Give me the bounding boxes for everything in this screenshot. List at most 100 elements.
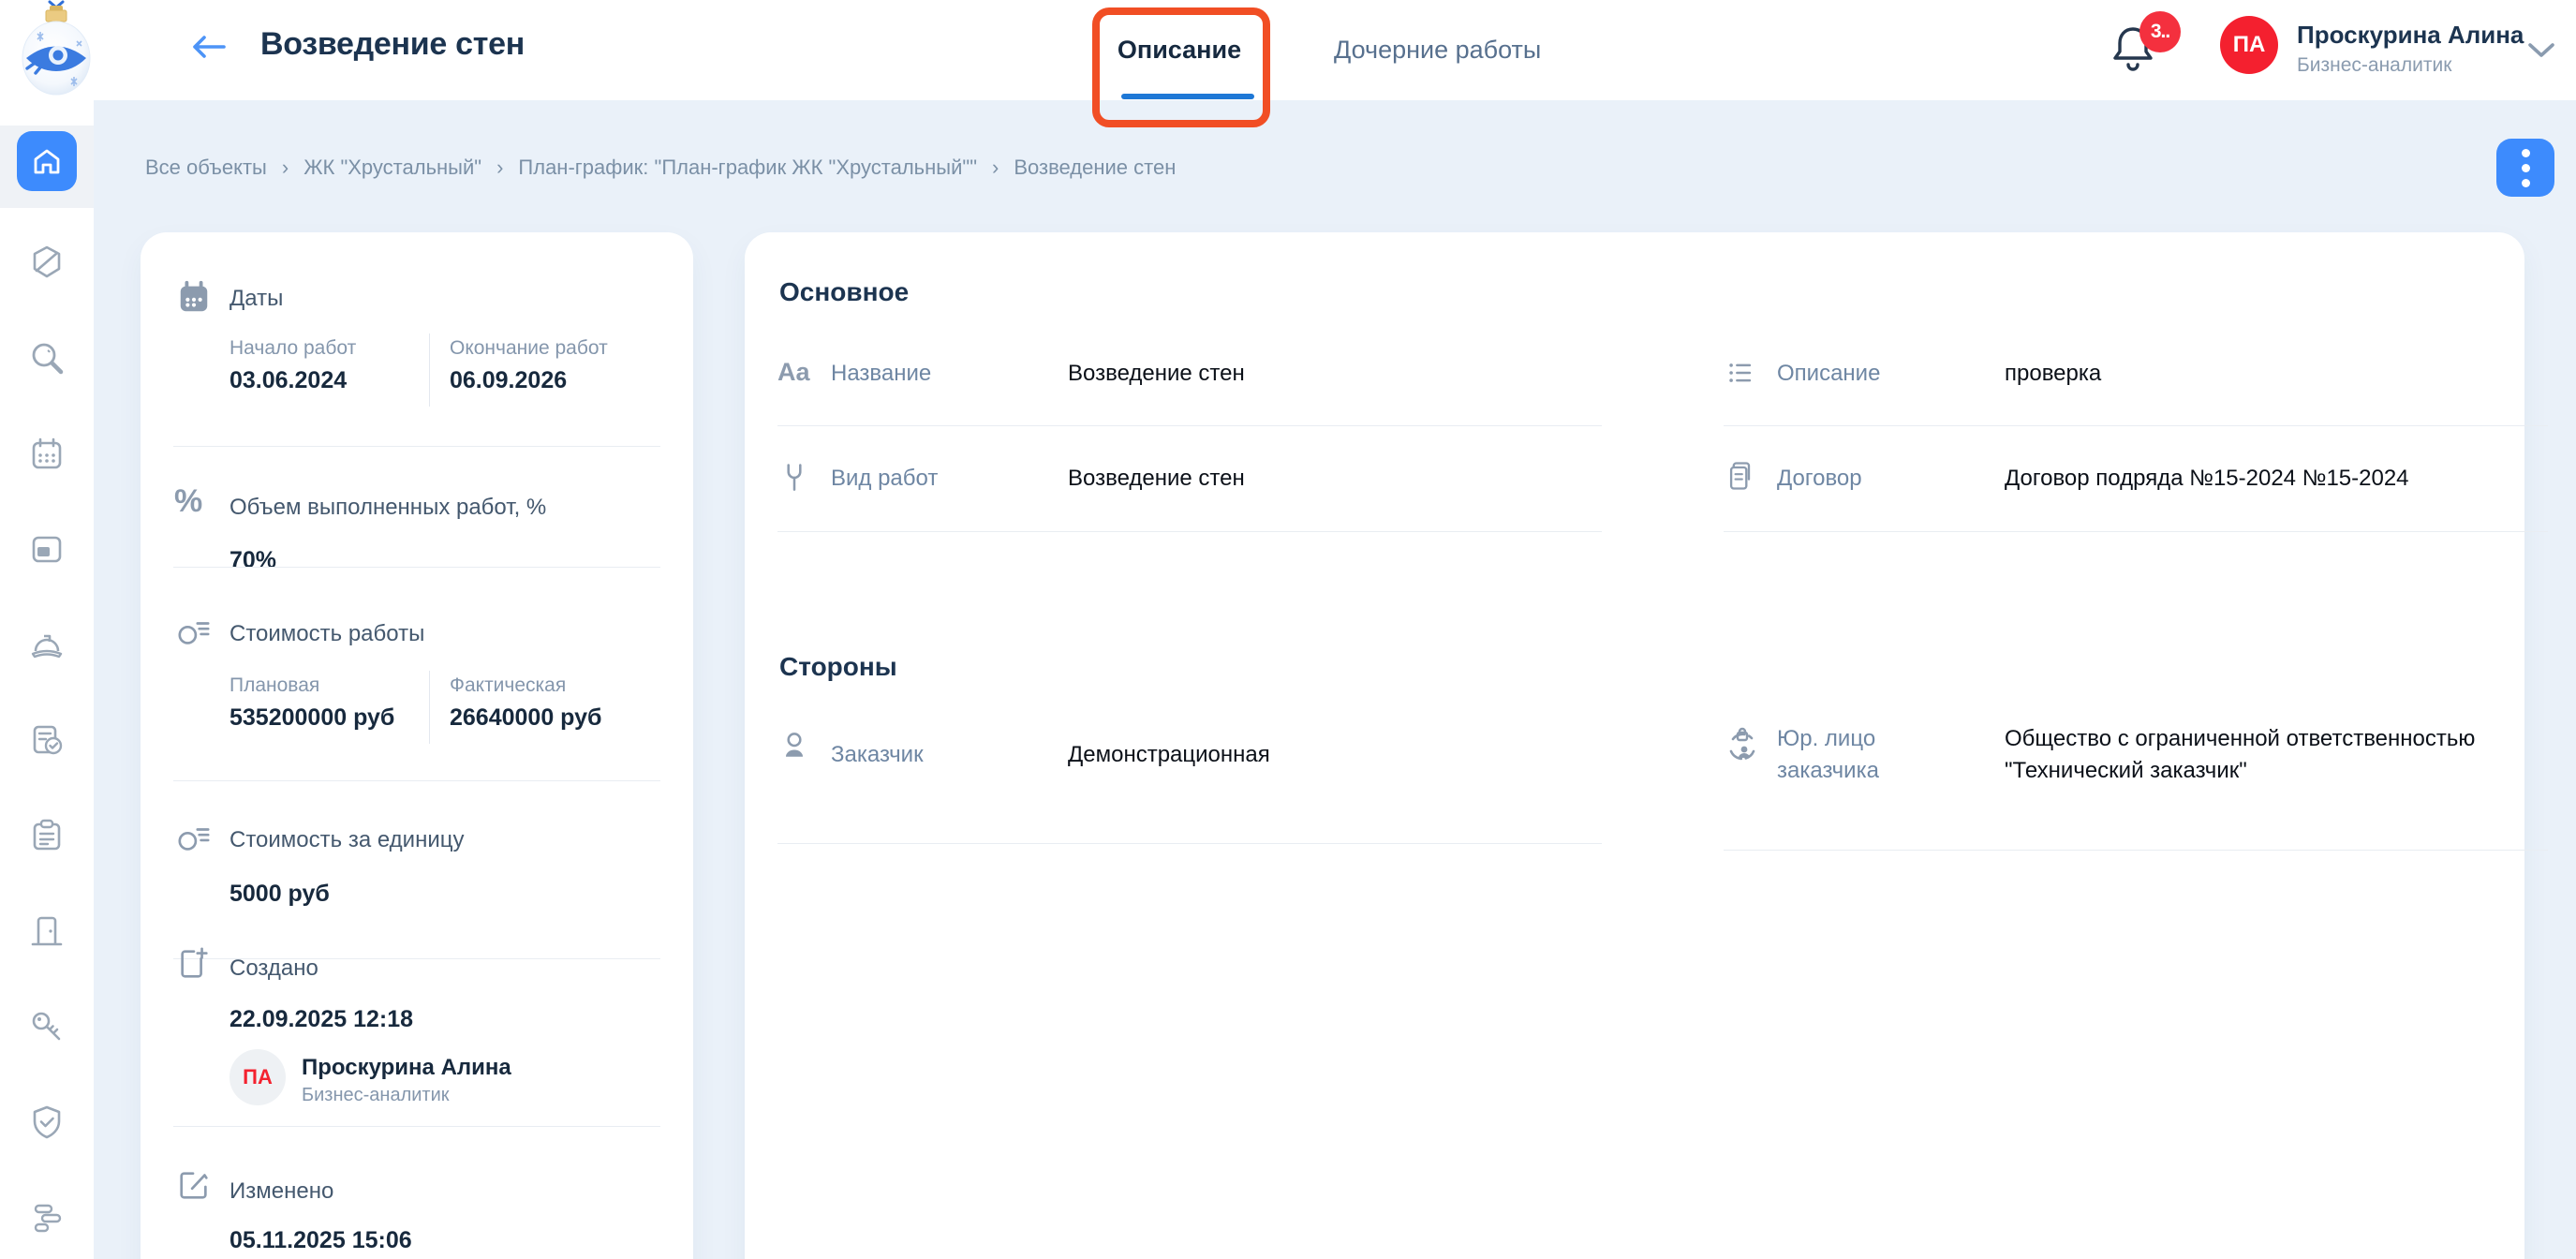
- sidebar-item-tasks[interactable]: [28, 817, 66, 854]
- breadcrumb-item-object[interactable]: ЖК "Хрустальный": [303, 156, 481, 180]
- gantt-icon: [28, 1199, 66, 1237]
- volume-value: 70%: [229, 547, 276, 574]
- modified-value: 05.11.2025 15:06: [229, 1227, 412, 1254]
- door-icon: [28, 912, 66, 950]
- header: Возведение стен Описание Дочерние работы…: [0, 0, 2576, 100]
- field-name-value: Возведение стен: [1068, 358, 1592, 390]
- more-actions-button[interactable]: [2496, 139, 2554, 197]
- modified-icon: [176, 1167, 212, 1203]
- user-name: Проскурина Алина: [2297, 21, 2524, 50]
- divider: [1724, 425, 2548, 426]
- sidebar-item-safety[interactable]: [28, 1103, 66, 1141]
- app-logo[interactable]: [15, 0, 97, 97]
- sidebar-item-passport[interactable]: [28, 530, 66, 568]
- annotation-highlight: [1092, 7, 1270, 127]
- divider: [777, 531, 1602, 532]
- sidebar-item-restricted[interactable]: [28, 244, 66, 281]
- key-icon: [28, 1008, 66, 1045]
- notifications-badge: 3..: [2139, 11, 2181, 52]
- unit-cost-title: Стоимость за единицу: [229, 827, 464, 853]
- user-avatar[interactable]: ПА: [2220, 16, 2278, 74]
- field-work-type-value: Возведение стен: [1068, 463, 1592, 495]
- created-icon: [176, 942, 212, 982]
- section-parties-title: Стороны: [779, 652, 897, 682]
- card-icon: [28, 530, 66, 568]
- divider: [173, 1126, 660, 1127]
- tab-child-works[interactable]: Дочерние работы: [1334, 0, 1541, 100]
- field-description-label: Описание: [1777, 358, 1880, 390]
- breadcrumb-separator: ›: [282, 156, 289, 180]
- planned-cost-value: 535200000 руб: [229, 704, 394, 732]
- created-title: Создано: [229, 955, 318, 982]
- sidebar-item-construction[interactable]: [28, 626, 66, 663]
- field-customer-value: Демонстрационная: [1068, 739, 1592, 771]
- kebab-icon: [2522, 149, 2530, 157]
- field-contract-label: Договор: [1777, 463, 1862, 495]
- created-user-avatar: ПА: [229, 1049, 286, 1105]
- unit-cost-icon: [176, 821, 212, 856]
- page-title: Возведение стен: [260, 26, 525, 63]
- contract-icon: [1724, 459, 1757, 493]
- breadcrumb-item-all-objects[interactable]: Все объекты: [145, 156, 267, 180]
- created-user-role: Бизнес-аналитик: [302, 1085, 450, 1106]
- shield-check-icon: [28, 1103, 66, 1141]
- search-icon: [28, 339, 66, 377]
- app-screen: Возведение стен Описание Дочерние работы…: [0, 0, 2576, 1259]
- divider: [429, 333, 430, 407]
- field-work-type-label: Вид работ: [831, 463, 938, 495]
- clipboard-check-icon: [28, 721, 66, 759]
- sidebar-item-checkpoint[interactable]: [28, 912, 66, 950]
- actual-cost-label: Фактическая: [450, 674, 566, 697]
- sidebar-item-journal[interactable]: [28, 721, 66, 759]
- created-value: 22.09.2025 12:18: [229, 1006, 413, 1033]
- divider: [173, 780, 660, 781]
- divider: [429, 671, 430, 744]
- breadcrumb: Все объекты › ЖК "Хрустальный" › План-гр…: [145, 156, 1176, 180]
- sidebar-item-access[interactable]: [28, 1008, 66, 1045]
- text-icon: Aa: [777, 358, 810, 387]
- sidebar-item-search[interactable]: [28, 339, 66, 377]
- divider: [173, 446, 660, 447]
- end-date-label: Окончание работ: [450, 337, 608, 360]
- sidebar-item-home[interactable]: [17, 131, 77, 191]
- sidebar-item-calendar[interactable]: [28, 435, 66, 472]
- hardhat-icon: [28, 626, 66, 663]
- cost-icon: [176, 615, 212, 650]
- calendar-icon: [28, 435, 66, 472]
- planned-cost-label: Плановая: [229, 674, 319, 697]
- hexagon-slash-icon: [28, 244, 66, 281]
- details-panel: Основное Aa Название Возведение стен Опи…: [745, 232, 2524, 1259]
- start-date-label: Начало работ: [229, 337, 356, 360]
- unit-cost-value: 5000 руб: [229, 881, 330, 908]
- divider: [777, 425, 1602, 426]
- created-user-name: Проскурина Алина: [302, 1055, 511, 1081]
- user-role: Бизнес-аналитик: [2297, 54, 2451, 77]
- cost-title: Стоимость работы: [229, 621, 424, 647]
- percent-icon: %: [174, 483, 202, 520]
- breadcrumb-item-schedule[interactable]: План-график: "План-график ЖК "Хрустальны…: [518, 156, 977, 180]
- divider: [1724, 531, 2548, 532]
- field-legal-entity-label: Юр. лицо заказчика: [1777, 723, 1974, 787]
- dates-icon: [176, 279, 212, 315]
- divider: [173, 567, 660, 568]
- divider: [777, 843, 1602, 844]
- field-customer-label: Заказчик: [831, 739, 924, 771]
- modified-title: Изменено: [229, 1178, 333, 1205]
- field-description-value: проверка: [2005, 358, 2510, 390]
- breadcrumb-item-current: Возведение стен: [1014, 156, 1176, 180]
- legal-entity-icon: [1724, 727, 1761, 764]
- start-date-value: 03.06.2024: [229, 367, 347, 394]
- dates-title: Даты: [229, 286, 283, 312]
- user-menu-toggle[interactable]: [2527, 41, 2555, 60]
- breadcrumb-separator: ›: [496, 156, 503, 180]
- divider: [1724, 850, 2548, 851]
- end-date-value: 06.09.2026: [450, 367, 567, 394]
- back-button[interactable]: [190, 34, 228, 60]
- sidebar-item-plan[interactable]: [28, 1199, 66, 1237]
- volume-title: Объем выполненных работ, %: [229, 495, 546, 521]
- person-icon: [777, 729, 811, 763]
- home-icon: [29, 143, 65, 179]
- summary-panel: Даты Начало работ 03.06.2024 Окончание р…: [141, 232, 693, 1259]
- sidebar: [0, 100, 94, 1259]
- tab-child-works-label: Дочерние работы: [1334, 36, 1541, 65]
